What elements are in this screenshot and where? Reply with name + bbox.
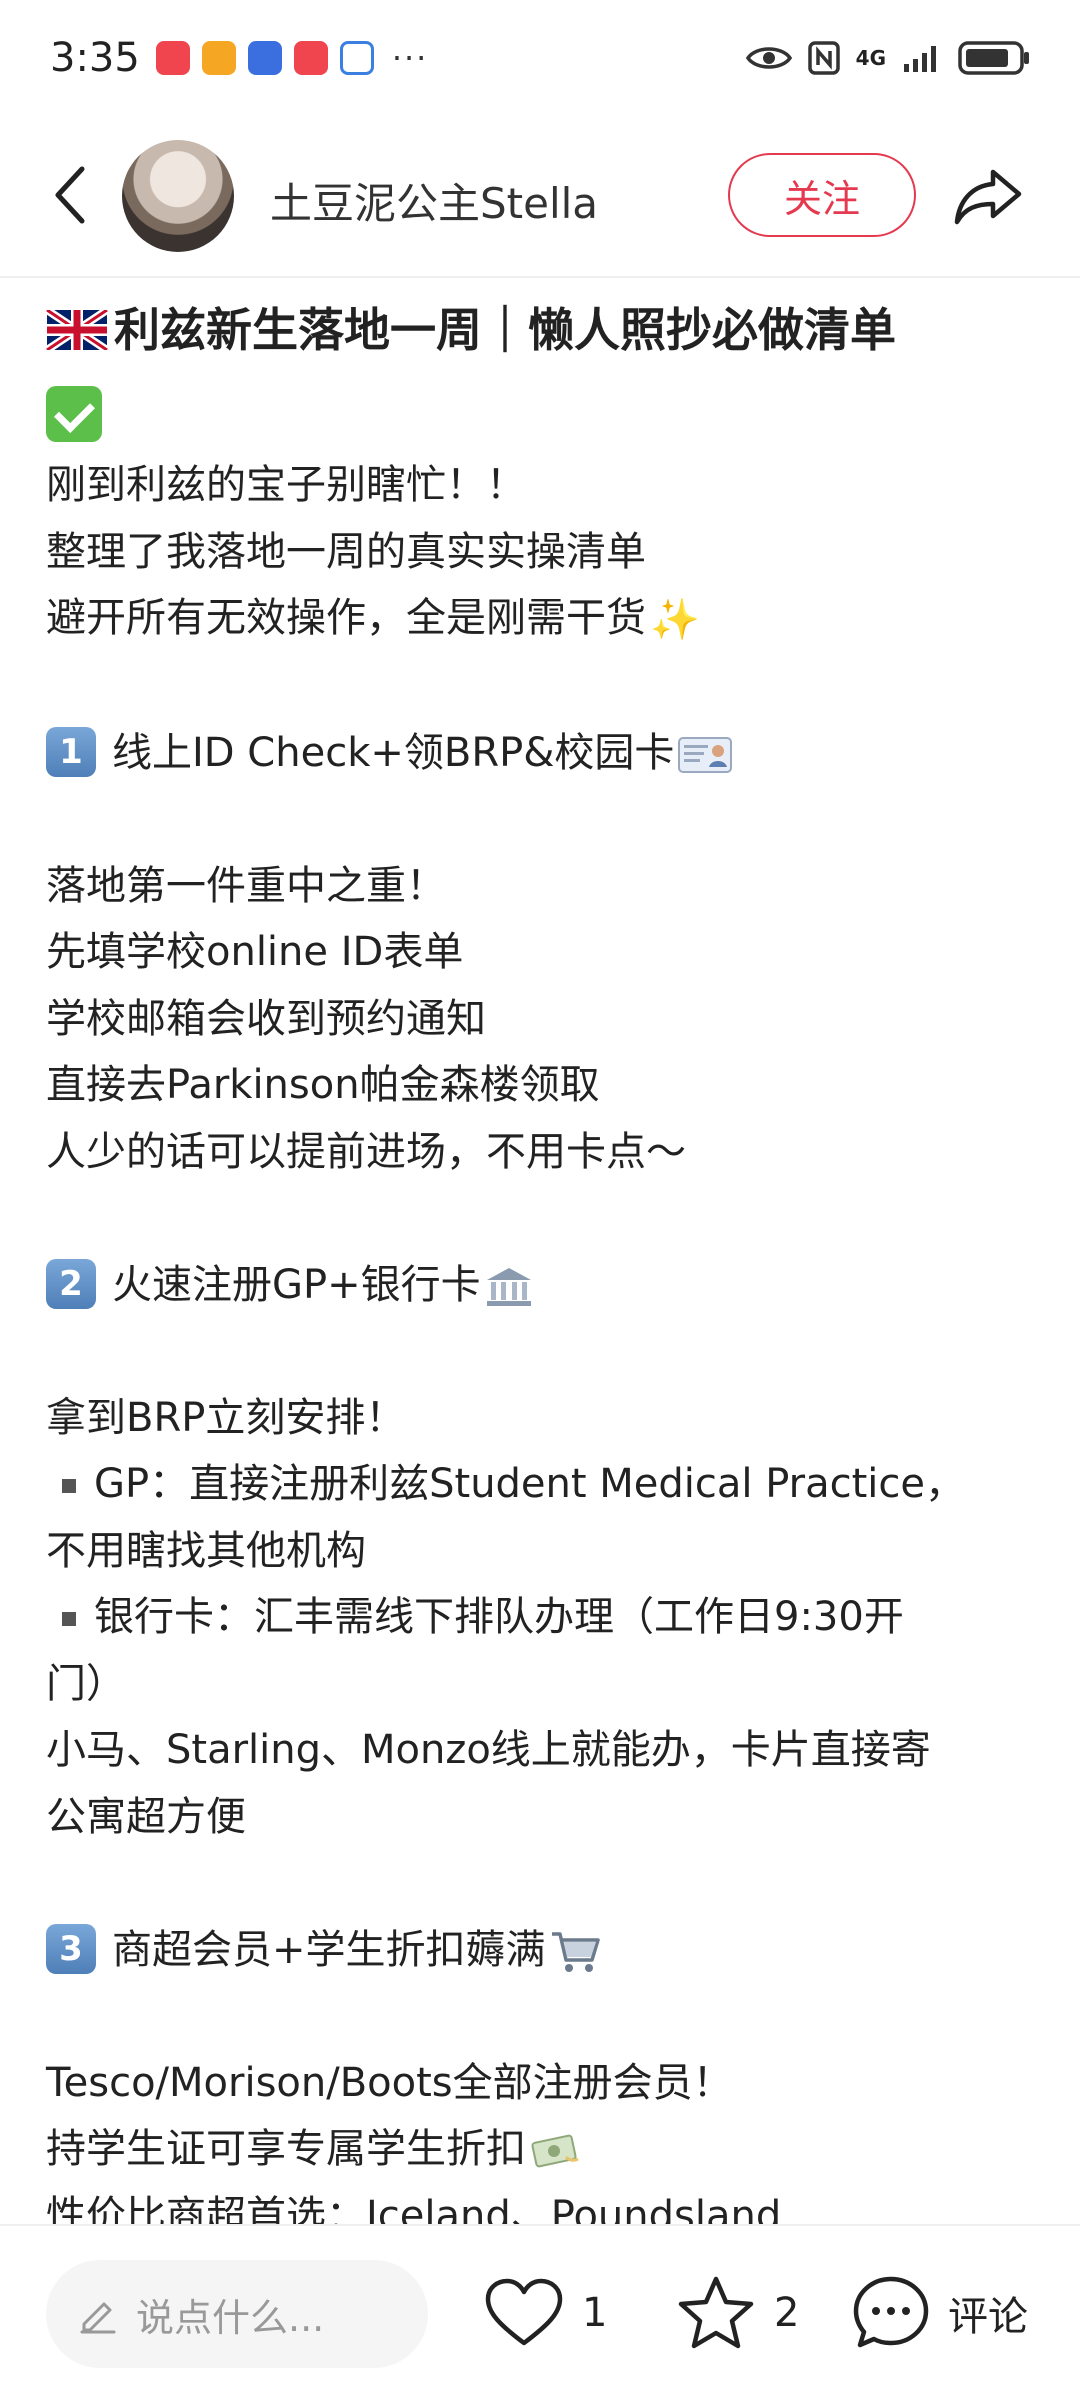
pencil-icon (80, 2302, 116, 2334)
body-line: 整理了我落地一周的真实实操清单 (46, 528, 646, 575)
comment-input[interactable]: 说点什么... (46, 2260, 428, 2368)
post-title-text: 利兹新生落地一周｜懒人照抄必做清单 (114, 303, 896, 357)
shopping-cart-icon (551, 1932, 600, 1972)
comment-placeholder: 说点什么... (136, 2295, 325, 2340)
body-line: 门） (46, 1660, 126, 1707)
section-heading: 2 火速注册GP+银行卡 (46, 1252, 1036, 1319)
chevron-left-icon (55, 166, 85, 224)
check-mark-icon (46, 385, 102, 442)
section-heading-text: 商超会员+学生折扣薅满 (112, 1926, 546, 1973)
body-line: 直接去Parkinson帕金森楼领取 (46, 1062, 600, 1109)
like-button[interactable]: 1 (484, 2268, 607, 2358)
body-line: Tesco/Morison/Boots全部注册会员！ (46, 2059, 733, 2106)
body-line: 刚到利兹的宝子别瞎忙！！ (46, 462, 526, 508)
body-line: 落地第一件重中之重！ (46, 862, 446, 909)
body-line: 学校邮箱会收到预约通知 (46, 995, 486, 1042)
post-content: 利兹新生落地一周｜懒人照抄必做清单 刚到利兹的宝子别瞎忙！！ 整理了我落地一周的… (46, 290, 1036, 2249)
body-line-text: 持学生证可享专属学生折扣 (46, 2126, 526, 2173)
notification-app-icon (201, 40, 236, 75)
uk-flag-icon (46, 310, 108, 350)
network-type: 4G (855, 45, 886, 70)
post-body: 刚到利兹的宝子别瞎忙！！ 整理了我落地一周的真实实操清单 避开所有无效操作，全是… (46, 452, 1036, 2249)
id-card-icon (678, 736, 733, 773)
body-line-text: 银行卡：汇丰需线下排队办理（工作日9:30开 (94, 1594, 904, 1641)
eye-comfort-icon (745, 43, 792, 73)
body-line: 避开所有无效操作，全是刚需干货 ✨ (46, 585, 1036, 653)
body-line: 不用瞎找其他机构 (46, 1527, 366, 1574)
signal-icon (902, 42, 942, 74)
body-line: 拿到BRP立刻安排！ (46, 1394, 406, 1441)
section-heading: 1 线上ID Check+领BRP&校园卡 (46, 720, 1036, 787)
number-badge-icon: 3 (46, 1923, 96, 1974)
body-line: 人少的话可以提前进场，不用卡点～ (46, 1128, 686, 1175)
bank-icon (486, 1267, 531, 1306)
follow-button[interactable]: 关注 (728, 153, 916, 237)
header-divider (0, 276, 1080, 278)
section-heading-text: 线上ID Check+领BRP&校园卡 (112, 729, 675, 776)
bottom-action-bar: 说点什么... 1 2 评论 (0, 2224, 1080, 2400)
notification-app-icon (155, 40, 190, 75)
back-button[interactable] (40, 160, 100, 230)
like-count: 1 (582, 2290, 608, 2336)
nfc-icon (807, 40, 840, 75)
share-button[interactable] (952, 160, 1024, 232)
star-icon (678, 2276, 754, 2349)
body-line-text: GP：直接注册利兹Student Medical Practice， (94, 1461, 966, 1508)
bullet-icon (62, 1612, 76, 1627)
notification-app-icon (339, 40, 374, 75)
body-line: 先填学校online ID表单 (46, 929, 464, 976)
heart-icon (485, 2278, 563, 2346)
share-icon (954, 169, 1022, 225)
battery-icon (958, 40, 1030, 76)
body-line: 银行卡：汇丰需线下排队办理（工作日9:30开 (46, 1584, 1036, 1651)
body-line: 持学生证可享专属学生折扣 (46, 2116, 1036, 2183)
body-line-text: 避开所有无效操作，全是刚需干货 (46, 595, 646, 641)
body-line: 小马、Starling、Monzo线上就能办，卡片直接寄 (46, 1727, 931, 1774)
number-badge-icon: 1 (46, 726, 96, 777)
comment-button[interactable]: 评论 (852, 2268, 1028, 2358)
bullet-icon (62, 1479, 76, 1494)
money-icon (531, 2134, 579, 2168)
author-avatar[interactable] (122, 140, 234, 252)
author-name[interactable]: 土豆泥公主Stella (270, 170, 598, 231)
comment-bubble-icon (853, 2276, 929, 2348)
favorite-button[interactable]: 2 (676, 2268, 799, 2358)
notification-app-icon (293, 40, 328, 75)
section-heading: 3 商超会员+学生折扣薅满 (46, 1917, 1036, 1984)
status-bar: 3:35 ··· 4G (0, 0, 1080, 115)
status-time: 3:35 (50, 34, 140, 81)
more-notifications-icon: ··· (391, 38, 429, 77)
number-badge-icon: 2 (46, 1258, 96, 1309)
notification-app-icon (247, 40, 282, 75)
post-title: 利兹新生落地一周｜懒人照抄必做清单 (46, 290, 1036, 450)
body-line: 公寓超方便 (46, 1793, 246, 1840)
sparkles-icon: ✨ (650, 596, 700, 643)
section-heading-text: 火速注册GP+银行卡 (112, 1261, 481, 1308)
comment-label: 评论 (948, 2294, 1028, 2340)
status-indicators: 4G (745, 40, 1030, 76)
body-line: GP：直接注册利兹Student Medical Practice， (46, 1451, 1036, 1518)
post-header: 土豆泥公主Stella 关注 (0, 130, 1080, 260)
favorite-count: 2 (774, 2290, 800, 2336)
